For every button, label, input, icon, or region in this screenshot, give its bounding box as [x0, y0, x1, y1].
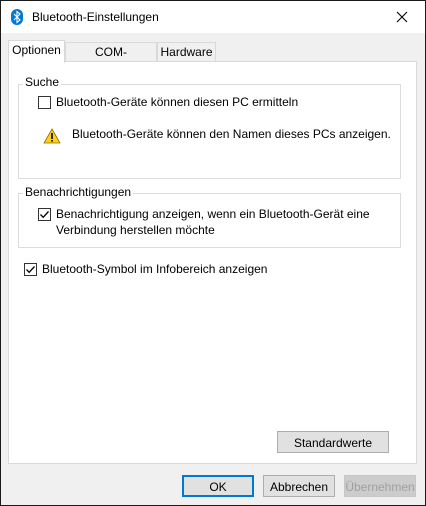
discover-checkbox-label[interactable]: Bluetooth-Geräte können diesen PC ermitt…	[56, 94, 298, 110]
ok-button[interactable]: OK	[182, 475, 254, 497]
cancel-button[interactable]: Abbrechen	[263, 475, 335, 497]
tab-com-anschluesse[interactable]: COM-Anschlüsse	[65, 42, 157, 78]
tab-optionen[interactable]: Optionen	[8, 40, 65, 63]
tab-panel-optionen: Suche Bluetooth-Geräte können diesen PC …	[8, 61, 417, 464]
tab-hardware[interactable]: Hardware	[157, 42, 216, 61]
notify-checkbox-label-line2[interactable]: Verbindung herstellen möchte	[56, 222, 215, 238]
apply-button[interactable]: Übernehmen	[344, 475, 416, 497]
notifications-group-label: Benachrichtigungen	[23, 185, 134, 199]
tray-icon-checkbox[interactable]	[24, 263, 37, 276]
discover-checkbox[interactable]	[38, 96, 51, 109]
title-bar: Bluetooth-Einstellungen	[1, 1, 425, 33]
search-group-label: Suche	[23, 75, 62, 89]
notify-checkbox[interactable]	[38, 208, 51, 221]
checkmark-icon	[26, 266, 35, 274]
warning-text: Bluetooth-Geräte können den Namen dieses…	[72, 127, 391, 141]
close-icon	[396, 11, 408, 23]
window-title: Bluetooth-Einstellungen	[32, 10, 159, 24]
close-button[interactable]	[379, 1, 425, 33]
checkmark-icon	[40, 211, 49, 219]
notify-checkbox-label-line1[interactable]: Benachrichtigung anzeigen, wenn ein Blue…	[56, 206, 370, 222]
dialog-window: Bluetooth-Einstellungen Optionen COM-Ans…	[0, 0, 426, 506]
bluetooth-icon	[11, 9, 23, 25]
defaults-button[interactable]: Standardwerte	[277, 431, 389, 453]
warning-icon	[43, 128, 61, 144]
tray-icon-checkbox-label[interactable]: Bluetooth-Symbol im Infobereich anzeigen	[42, 261, 267, 277]
